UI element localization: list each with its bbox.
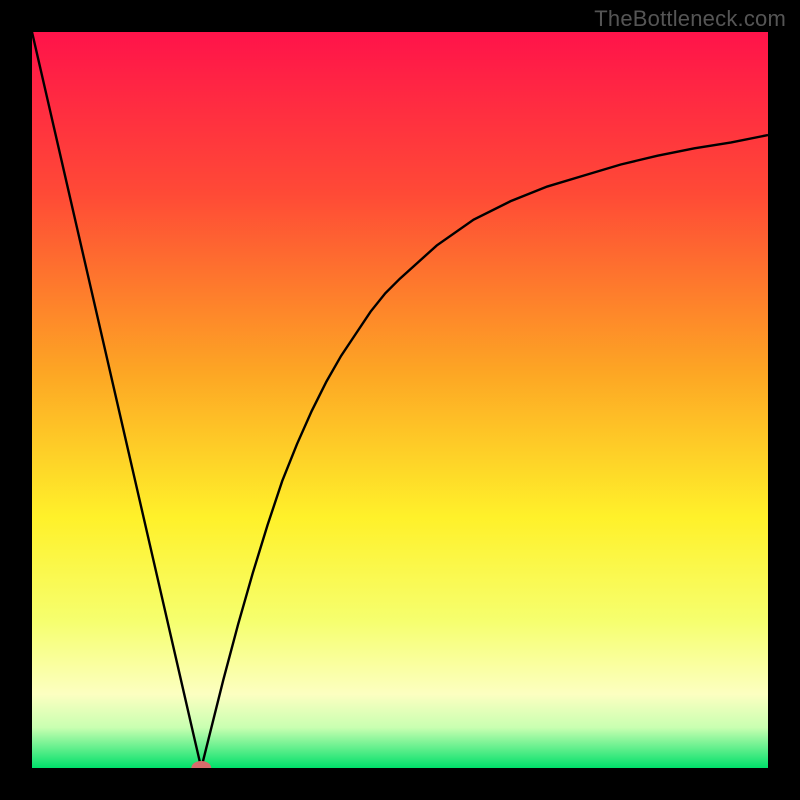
- bottleneck-curve-chart: [32, 32, 768, 768]
- chart-container: TheBottleneck.com: [0, 0, 800, 800]
- plot-area: [32, 32, 768, 768]
- watermark-text: TheBottleneck.com: [594, 6, 786, 32]
- gradient-background: [32, 32, 768, 768]
